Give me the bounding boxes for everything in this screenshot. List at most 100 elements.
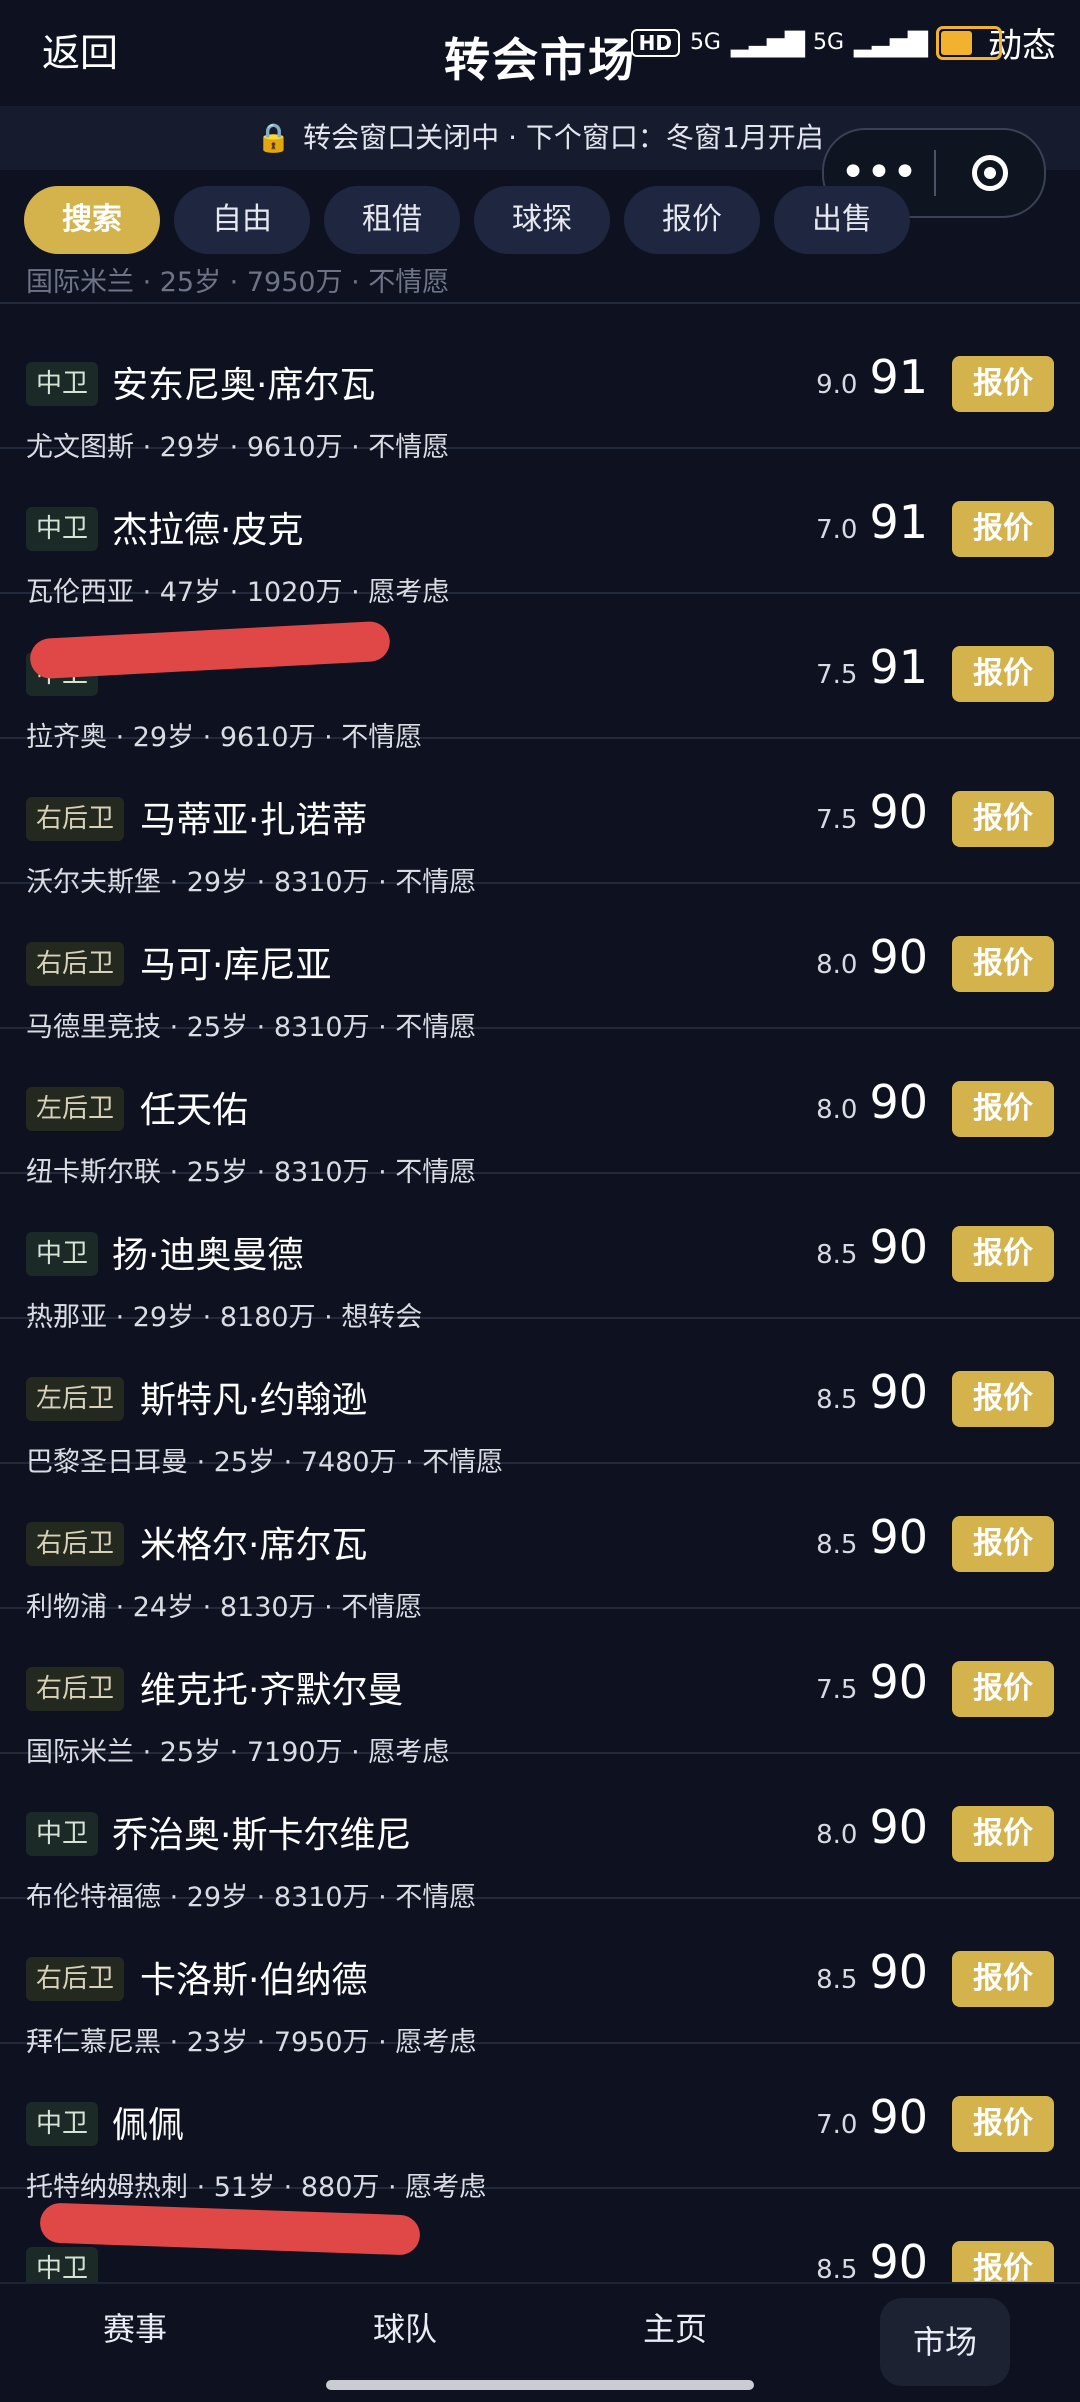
position-badge: 左后卫 [26,1087,125,1131]
position-badge: 右后卫 [26,1957,125,2001]
offer-button[interactable]: 报价 [952,646,1054,702]
offer-button[interactable]: 报价 [952,1226,1054,1282]
filter-tab[interactable]: 搜索 [24,186,160,254]
nav-tab[interactable]: 赛事 [55,2284,215,2374]
player-name: 任天佑 [140,1090,249,1131]
form-rating: 8.0 [816,950,858,980]
form-rating: 7.5 [816,805,858,835]
overall-rating: 90 [869,1220,928,1274]
banner-text: 转会窗口关闭中 · 下个窗口：冬窗1月开启 [303,121,824,154]
list-item[interactable]: 左后卫 任天佑 纽卡斯尔联 · 25岁 · 8310万 · 不情愿 8.0 90 报价 [0,1029,1080,1188]
player-rating: 8.0 90 [816,1075,928,1129]
player-name: 马可·库尼亚 [140,945,332,986]
overall-rating: 90 [869,2235,928,2282]
list-item[interactable]: 中卫 安东尼奥·席尔瓦 尤文图斯 · 29岁 · 9610万 · 不情愿 9.0 91 报… [0,304,1080,463]
list-item[interactable]: 中卫 佩佩 托特纳姆热刺 · 51岁 · 880万 · 愿考虑 7.0 90 报价 [0,2044,1080,2203]
player-rating: 8.5 90 [816,1510,928,1564]
list-item[interactable]: 中卫拉齐奥 · 29岁 · 9610万 · 不情愿7.591报价 [0,594,1080,753]
battery-icon [936,25,1002,60]
list-item[interactable]: 右后卫 米格尔·席尔瓦 利物浦 · 24岁 · 8130万 · 不情愿 8.5 90 报价 [0,1464,1080,1623]
list-item[interactable]: 中卫 乔治奥·斯卡尔维尼 布伦特福德 · 29岁 · 8310万 · 不情愿 8.0 9… [0,1754,1080,1913]
player-name: 维克托·齐默尔曼 [140,1670,404,1711]
nav-tab[interactable]: 主页 [595,2284,755,2374]
player-rating: 7.5 91 [816,640,928,694]
hd-icon: HD [630,28,680,57]
form-rating: 7.0 [816,515,858,545]
offer-button[interactable]: 报价 [952,356,1054,412]
form-rating: 7.5 [816,1675,858,1705]
position-badge: 右后卫 [26,1522,125,1566]
player-name: 乔治奥·斯卡尔维尼 [112,1815,412,1856]
redaction-mark [29,620,391,680]
list-item[interactable]: 右后卫 维克托·齐默尔曼 国际米兰 · 25岁 · 7190万 · 愿考虑 7.5 90… [0,1609,1080,1768]
position-badge: 右后卫 [26,797,125,841]
filter-tab[interactable]: 报价 [624,186,760,254]
overall-rating: 91 [869,350,928,404]
overall-rating: 91 [869,640,928,694]
list-item[interactable]: 中卫 扬·迪奥曼德 热那亚 · 29岁 · 8180万 · 想转会 8.5 90 报价 [0,1174,1080,1333]
signal-icon-2: ▂▃▅▇ [854,27,928,58]
nav-tab[interactable]: 球队 [325,2284,485,2374]
overall-rating: 90 [869,930,928,984]
close-target-button[interactable] [936,155,1044,191]
overall-rating: 90 [869,1655,928,1709]
lock-icon: 🔒 [256,121,292,154]
overall-rating: 90 [869,1075,928,1129]
player-rating: 7.5 90 [816,1655,928,1709]
position-badge: 中卫 [26,1232,99,1276]
filter-tab[interactable]: 出售 [774,186,910,254]
list-item[interactable]: 右后卫 卡洛斯·伯纳德 拜仁慕尼黑 · 23岁 · 7950万 · 愿考虑 8.5 90… [0,1899,1080,2058]
filter-tab[interactable]: 自由 [174,186,310,254]
list-item[interactable]: 右后卫 马可·库尼亚 马德里竞技 · 25岁 · 8310万 · 不情愿 8.0 90 报… [0,884,1080,1043]
form-rating: 8.5 [816,1385,858,1415]
form-rating: 7.5 [816,660,858,690]
player-rating: 7.0 91 [816,495,928,549]
offer-button[interactable]: 报价 [952,1806,1054,1862]
position-badge: 中卫 [26,2247,99,2282]
player-subtitle: 国际米兰 · 25岁 · 7950万 · 不情愿 [26,268,450,298]
player-rating: 9.0 91 [816,350,928,404]
position-badge: 中卫 [26,1812,99,1856]
signal-icon: ▂▃▅▇ [730,27,805,58]
overall-rating: 90 [869,1945,928,1999]
offer-button[interactable]: 报价 [952,1081,1054,1137]
offer-button[interactable]: 报价 [952,1371,1054,1427]
overall-rating: 90 [869,2090,928,2144]
overall-rating: 90 [869,1800,928,1854]
list-item[interactable]: 中卫 8.5 90 报价 [0,2189,1080,2282]
position-badge: 中卫 [26,2102,99,2146]
offer-button[interactable]: 报价 [952,1661,1054,1717]
offer-button[interactable]: 报价 [952,2241,1054,2282]
form-rating: 8.5 [816,1240,858,1270]
filter-tab[interactable]: 球探 [474,186,610,254]
target-icon [972,155,1008,191]
form-rating: 8.0 [816,1820,858,1850]
battery-level [941,30,973,55]
form-rating: 8.5 [816,2255,858,2282]
list-item[interactable]: 中卫 杰拉德·皮克 瓦伦西亚 · 47岁 · 1020万 · 愿考虑 7.0 91 报价 [0,449,1080,608]
player-name: 杰拉德·皮克 [112,510,304,551]
overall-rating: 90 [869,1510,928,1564]
player-rating: 8.0 90 [816,1800,928,1854]
offer-button[interactable]: 报价 [952,501,1054,557]
list-item[interactable]: 左后卫 斯特凡·约翰逊 巴黎圣日耳曼 · 25岁 · 7480万 · 不情愿 8.5 9… [0,1319,1080,1478]
player-rating: 7.5 90 [816,785,928,839]
player-name: 马蒂亚·扎诺蒂 [140,800,368,841]
offer-button[interactable]: 报价 [952,791,1054,847]
form-rating: 8.5 [816,1965,858,1995]
offer-button[interactable]: 报价 [952,2096,1054,2152]
player-name: 安东尼奥·席尔瓦 [112,365,376,406]
player-rating: 8.5 90 [816,1945,928,1999]
filter-tab[interactable]: 租借 [324,186,460,254]
offer-button[interactable]: 报价 [952,1951,1054,2007]
list-item[interactable]: 右后卫 马蒂亚·扎诺蒂 沃尔夫斯堡 · 29岁 · 8310万 · 不情愿 7.5 90… [0,739,1080,898]
filter-tabs: 搜索 自由 租借 球探 报价 出售 [24,186,910,254]
top-header: 返回 转会市场 HD 5G ▂▃▅▇ 5G ▂▃▅▇ 动态 [0,0,1080,106]
offer-button[interactable]: 报价 [952,936,1054,992]
nav-tab[interactable]: 市场 [880,2298,1010,2386]
offer-button[interactable]: 报价 [952,1516,1054,1572]
player-rating: 8.5 90 [816,1365,928,1419]
player-name: 米格尔·席尔瓦 [140,1525,368,1566]
form-rating: 8.5 [816,1530,858,1560]
position-badge: 右后卫 [26,1667,125,1711]
